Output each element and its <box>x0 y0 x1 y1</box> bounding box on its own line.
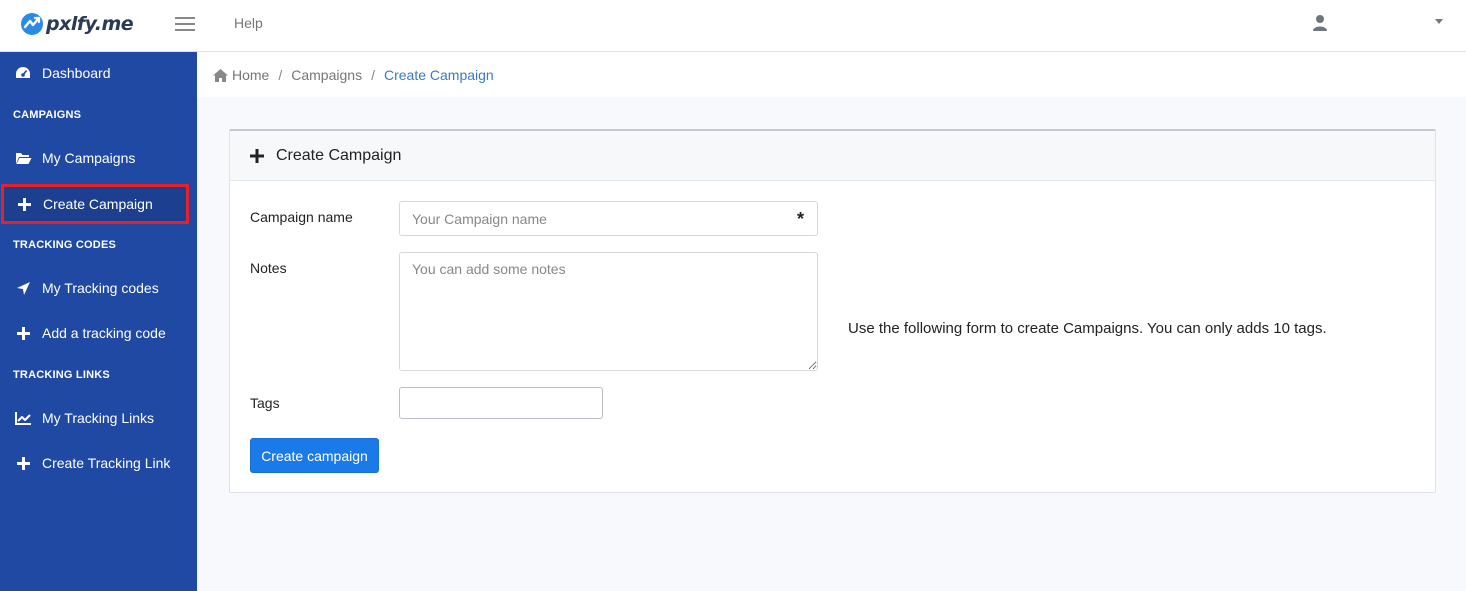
card-title: Create Campaign <box>276 146 402 164</box>
menu-toggle-button[interactable] <box>175 16 195 32</box>
campaign-name-input[interactable] <box>399 201 818 236</box>
line-chart-icon <box>15 411 31 425</box>
home-icon <box>213 68 228 82</box>
tags-label: Tags <box>250 395 280 411</box>
breadcrumb-current: Create Campaign <box>383 66 494 83</box>
breadcrumb-home-label: Home <box>232 66 270 83</box>
plus-icon <box>16 456 30 470</box>
logo[interactable]: pxlfy.me <box>20 10 134 38</box>
user-menu-caret-icon[interactable] <box>1435 19 1443 24</box>
sidebar-item-my-tracking-links[interactable]: My Tracking Links <box>0 398 197 438</box>
sidebar-item-label: My Tracking Links <box>42 410 155 426</box>
sidebar-item-label: Add a tracking code <box>42 325 166 341</box>
section-heading-tracking-links: TRACKING LINKS <box>13 369 110 381</box>
sidebar-item-label: My Campaigns <box>42 150 136 166</box>
top-navbar: pxlfy.me Help <box>0 0 1466 52</box>
plus-icon <box>250 148 264 163</box>
sidebar-item-create-tracking-link[interactable]: Create Tracking Link <box>0 443 197 483</box>
section-heading-tracking-codes: TRACKING CODES <box>13 239 117 251</box>
create-campaign-card: Create Campaign Campaign name * Notes Us… <box>229 129 1436 493</box>
breadcrumb: Home / Campaigns / Create Campaign <box>197 52 1466 97</box>
sidebar-item-label: Create Campaign <box>43 196 153 212</box>
sidebar-item-my-campaigns[interactable]: My Campaigns <box>0 138 197 178</box>
section-heading-campaigns: CAMPAIGNS <box>13 109 82 121</box>
sidebar-item-add-tracking-code[interactable]: Add a tracking code <box>0 313 197 353</box>
breadcrumb-campaigns[interactable]: Campaigns <box>291 67 362 83</box>
breadcrumb-separator: / <box>278 66 283 83</box>
sidebar-item-label: Create Tracking Link <box>42 455 171 471</box>
logo-mark-icon <box>21 13 43 35</box>
plus-icon <box>16 326 30 340</box>
dashboard-gauge-icon <box>16 67 30 78</box>
folder-open-icon <box>15 152 31 164</box>
notes-label: Notes <box>250 260 287 276</box>
sidebar-item-label: Dashboard <box>42 65 111 81</box>
breadcrumb-separator: / <box>371 66 375 83</box>
card-header: Create Campaign <box>230 131 1435 181</box>
tags-input[interactable] <box>399 387 603 419</box>
plus-icon <box>17 197 31 211</box>
sidebar: Dashboard CAMPAIGNS My Campaigns Create … <box>0 52 197 591</box>
location-arrow-icon <box>16 281 30 295</box>
required-marker: * <box>797 209 805 229</box>
sidebar-item-create-campaign[interactable]: Create Campaign <box>1 184 189 224</box>
sidebar-item-label: My Tracking codes <box>42 280 159 296</box>
logo-text: pxlfy.me <box>46 13 134 35</box>
create-campaign-button[interactable]: Create campaign <box>250 438 379 473</box>
sidebar-item-my-tracking-codes[interactable]: My Tracking codes <box>0 268 197 308</box>
user-icon[interactable] <box>1312 14 1328 32</box>
form-helper-text: Use the following form to create Campaig… <box>848 320 1327 337</box>
campaign-name-label: Campaign name <box>250 209 353 225</box>
sidebar-item-dashboard[interactable]: Dashboard <box>0 53 197 93</box>
breadcrumb-home[interactable]: Home <box>213 67 269 83</box>
notes-textarea[interactable] <box>399 252 818 371</box>
help-link[interactable]: Help <box>234 15 263 31</box>
